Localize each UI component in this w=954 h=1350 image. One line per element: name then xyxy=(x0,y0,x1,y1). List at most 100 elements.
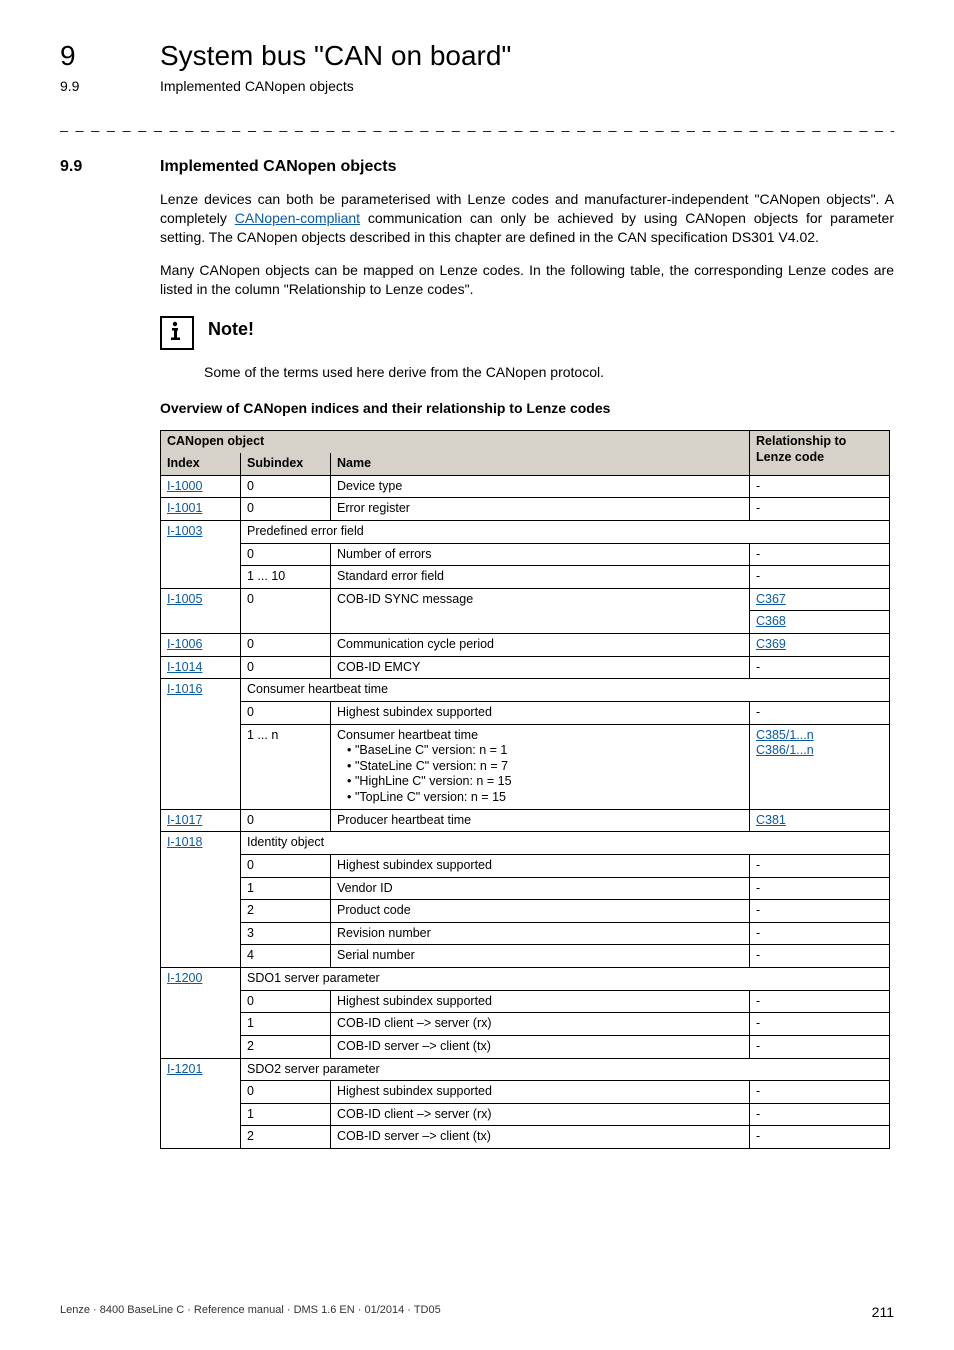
cell-relationship: - xyxy=(750,1035,890,1058)
cell-name: Producer heartbeat time xyxy=(331,809,750,832)
table-row: I-1018 Identity object xyxy=(161,832,890,855)
table-row: 0Highest subindex supported- xyxy=(161,701,890,724)
paragraph-1: Lenze devices can both be parameterised … xyxy=(160,190,894,247)
cell-index xyxy=(161,701,241,724)
link-index[interactable]: I-1005 xyxy=(167,592,202,606)
table-row: 0Highest subindex supported- xyxy=(161,990,890,1013)
link-index[interactable]: I-1000 xyxy=(167,479,202,493)
cell-name: COB-ID client –> server (rx) xyxy=(331,1013,750,1036)
cell-name: Number of errors xyxy=(331,543,750,566)
cell-group: SDO2 server parameter xyxy=(241,1058,890,1081)
link-lenze-code[interactable]: C385/1...n xyxy=(756,728,814,742)
cell-relationship: - xyxy=(750,990,890,1013)
cell-subindex: 2 xyxy=(241,900,331,923)
cell-index xyxy=(161,854,241,877)
cell-index: I-1016 xyxy=(161,679,241,702)
table-row: 1 ... 10Standard error field- xyxy=(161,566,890,589)
link-index[interactable]: I-1001 xyxy=(167,501,202,515)
canopen-table: CANopen object Relationship to Lenze cod… xyxy=(160,430,890,1149)
cell-relationship: - xyxy=(750,701,890,724)
cell-index xyxy=(161,724,241,809)
link-canopen-compliant[interactable]: CANopen-compliant xyxy=(235,210,360,226)
cell-name: Device type xyxy=(331,475,750,498)
table-row: I-1017 0Producer heartbeat time C381 xyxy=(161,809,890,832)
link-index[interactable]: I-1003 xyxy=(167,524,202,538)
link-lenze-code[interactable]: C386/1...n xyxy=(756,743,814,757)
cell-subindex: 1 ... n xyxy=(241,724,331,809)
cell-index xyxy=(161,990,241,1013)
section-number-top: 9.9 xyxy=(60,78,160,94)
cell-relationship: C381 xyxy=(750,809,890,832)
info-icon xyxy=(160,316,194,350)
table-row: 1 ... nConsumer heartbeat time"BaseLine … xyxy=(161,724,890,809)
cell-name: Communication cycle period xyxy=(331,634,750,657)
cell-relationship: - xyxy=(750,900,890,923)
section-title: Implemented CANopen objects xyxy=(160,158,396,176)
cell-index xyxy=(161,1013,241,1036)
link-lenze-code[interactable]: C368 xyxy=(756,614,786,628)
cell-subindex: 1 xyxy=(241,877,331,900)
cell-group: Identity object xyxy=(241,832,890,855)
cell-index: I-1200 xyxy=(161,968,241,991)
table-row: 2COB-ID server –> client (tx)- xyxy=(161,1126,890,1149)
cell-index: I-1001 xyxy=(161,498,241,521)
table-row: 3Revision number- xyxy=(161,922,890,945)
cell-relationship: - xyxy=(750,475,890,498)
cell-index xyxy=(161,1081,241,1104)
footer-page-number: 211 xyxy=(872,1304,894,1320)
table-row: I-10060Communication cycle periodC369 xyxy=(161,634,890,657)
link-lenze-code[interactable]: C367 xyxy=(756,592,786,606)
cell-index: I-1006 xyxy=(161,634,241,657)
note-text: Some of the terms used here derive from … xyxy=(204,364,894,380)
th-canopen-object: CANopen object xyxy=(161,431,750,453)
cell-relationship: - xyxy=(750,922,890,945)
table-row: I-1200 SDO1 server parameter xyxy=(161,968,890,991)
cell-name: Standard error field xyxy=(331,566,750,589)
cell-subindex: 3 xyxy=(241,922,331,945)
link-lenze-code[interactable]: C369 xyxy=(756,637,786,651)
cell-index xyxy=(161,922,241,945)
cell-group: SDO1 server parameter xyxy=(241,968,890,991)
chapter-title: System bus "CAN on board" xyxy=(160,40,511,72)
separator: _ _ _ _ _ _ _ _ _ _ _ _ _ _ _ _ _ _ _ _ … xyxy=(60,116,894,132)
cell-name: COB-ID SYNC message xyxy=(331,588,750,611)
cell-index: I-1003 xyxy=(161,520,241,543)
cell-relationship: - xyxy=(750,1081,890,1104)
table-row: 2Product code- xyxy=(161,900,890,923)
cell-index xyxy=(161,1035,241,1058)
cell-name: Highest subindex supported xyxy=(331,990,750,1013)
cell-name: Product code xyxy=(331,900,750,923)
cell-index: I-1017 xyxy=(161,809,241,832)
cell-subindex: 2 xyxy=(241,1126,331,1149)
cell-subindex: 0 xyxy=(241,588,331,611)
cell-subindex: 0 xyxy=(241,854,331,877)
link-index[interactable]: I-1018 xyxy=(167,835,202,849)
cell-name: COB-ID client –> server (rx) xyxy=(331,1103,750,1126)
link-index[interactable]: I-1006 xyxy=(167,637,202,651)
cell-subindex: 1 ... 10 xyxy=(241,566,331,589)
cell-index xyxy=(161,611,241,634)
link-index[interactable]: I-1201 xyxy=(167,1062,202,1076)
cell-name: Vendor ID xyxy=(331,877,750,900)
cell-relationship: C367 xyxy=(750,588,890,611)
cell-relationship: - xyxy=(750,877,890,900)
link-lenze-code[interactable]: C381 xyxy=(756,813,786,827)
table-row: I-1003Predefined error field xyxy=(161,520,890,543)
cell-index xyxy=(161,1126,241,1149)
cell-index: I-1005 xyxy=(161,588,241,611)
cell-relationship: - xyxy=(750,945,890,968)
link-index[interactable]: I-1014 xyxy=(167,660,202,674)
th-subindex: Subindex xyxy=(241,453,331,475)
cell-name: COB-ID server –> client (tx) xyxy=(331,1126,750,1149)
link-index[interactable]: I-1200 xyxy=(167,971,202,985)
link-index[interactable]: I-1017 xyxy=(167,813,202,827)
section-number: 9.9 xyxy=(60,158,160,176)
cell-group: Consumer heartbeat time xyxy=(241,679,890,702)
cell-index: I-1000 xyxy=(161,475,241,498)
cell-subindex xyxy=(241,611,331,634)
cell-index: I-1201 xyxy=(161,1058,241,1081)
cell-name: Consumer heartbeat time"BaseLine C" vers… xyxy=(331,724,750,809)
cell-subindex: 0 xyxy=(241,809,331,832)
link-index[interactable]: I-1016 xyxy=(167,682,202,696)
cell-relationship: C385/1...nC386/1...n xyxy=(750,724,890,809)
